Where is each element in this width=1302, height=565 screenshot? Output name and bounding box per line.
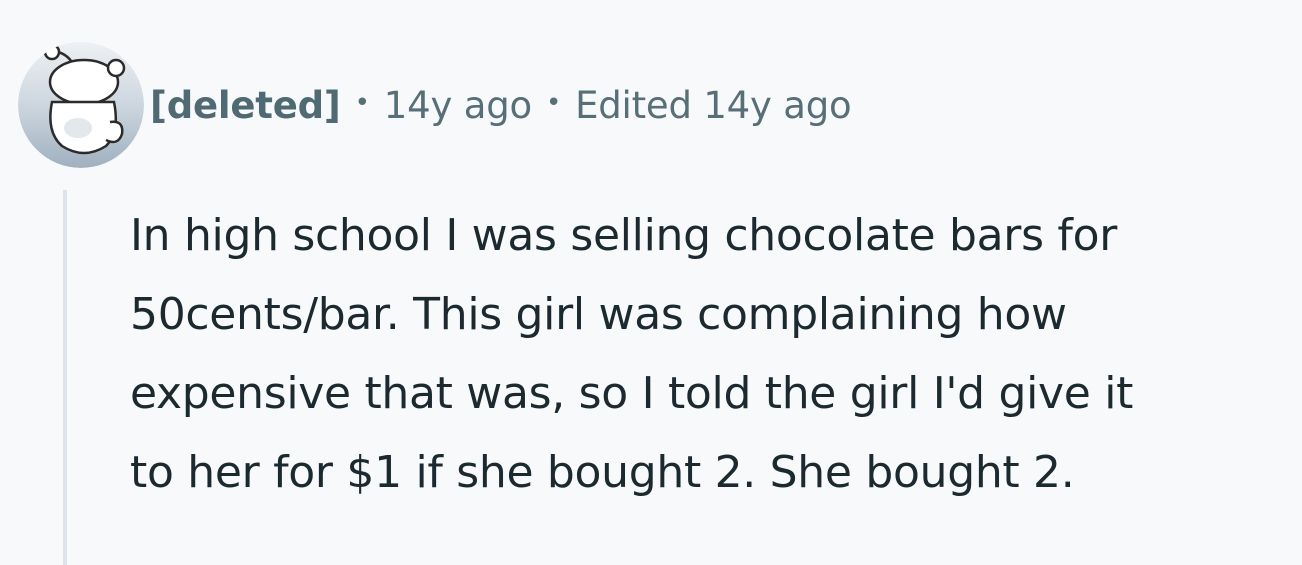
comment-body-line: 50cents/bar. This girl was complaining h… — [130, 289, 1067, 340]
separator-dot: • — [354, 88, 370, 118]
comment-body-line: to her for $1 if she bought 2. She bough… — [130, 447, 1075, 498]
comment-body-line: In high school I was selling chocolate b… — [130, 210, 1118, 261]
comment: [deleted] • 14y ago • Edited 14y ago In … — [0, 0, 1302, 565]
comment-meta: [deleted] • 14y ago • Edited 14y ago — [150, 80, 852, 130]
snoo-avatar-icon[interactable] — [18, 42, 144, 168]
timestamp[interactable]: 14y ago — [384, 84, 532, 127]
comment-body-line: expensive that was, so I told the girl I… — [130, 368, 1134, 419]
edited-label: Edited 14y ago — [575, 83, 852, 127]
thread-line[interactable] — [63, 190, 67, 565]
comment-body: In high school I was selling chocolate b… — [130, 196, 1280, 512]
separator-dot: • — [545, 88, 562, 118]
author-name[interactable]: [deleted] — [150, 84, 341, 127]
avatar-image — [18, 42, 144, 168]
